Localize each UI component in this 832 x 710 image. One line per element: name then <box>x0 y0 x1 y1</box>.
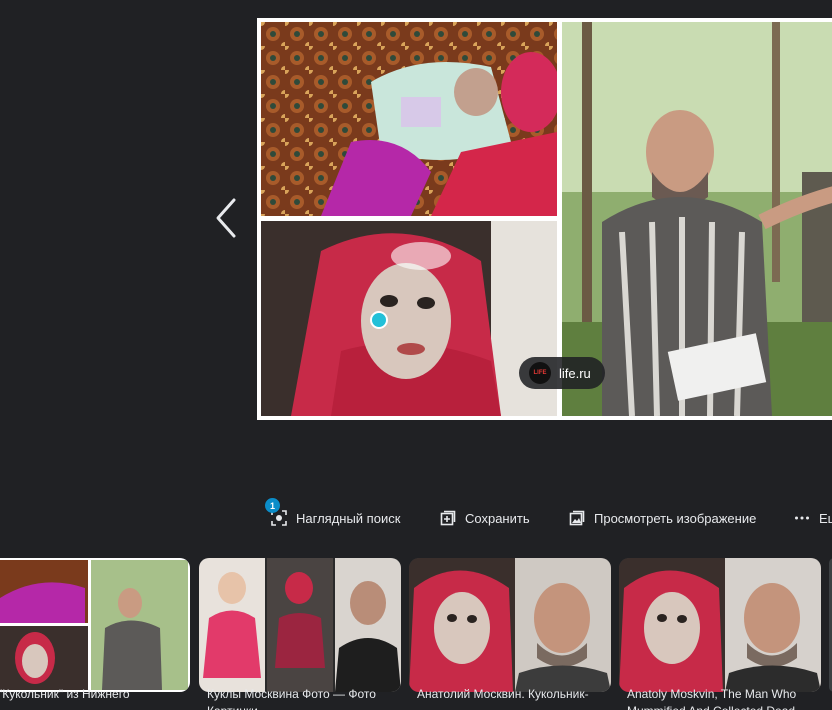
image-icon <box>569 510 585 526</box>
related-item[interactable]: "Кукольник" из Нижнего <box>0 558 190 701</box>
save-label: Сохранить <box>465 510 530 526</box>
related-title: Куклы Москвина Фото — Фото Картинки <box>207 687 376 710</box>
related-item[interactable]: Анатолий Москвин. Кукольник- <box>409 558 611 701</box>
image-source-chip[interactable]: LIFE life.ru <box>519 357 605 389</box>
related-item[interactable]: Anatoly Moskvin, The Man Who Mummified A… <box>619 558 821 710</box>
related-thumbnail <box>0 558 190 692</box>
bookmark-add-icon <box>440 510 456 526</box>
visual-search-marker[interactable] <box>370 311 388 329</box>
visual-search-button[interactable]: 1 Наглядный поиск <box>265 498 401 526</box>
related-thumbnail <box>619 558 821 692</box>
image-viewer: LIFE life.ru <box>0 0 832 480</box>
more-dots-icon <box>795 516 809 520</box>
more-label: Ещё <box>819 510 832 526</box>
related-title: "Кукольник" из Нижнего <box>0 687 130 701</box>
photo-man-in-forest <box>562 22 832 416</box>
photo-doll-face <box>261 221 557 416</box>
related-images: "Кукольник" из Нижнего Куклы Москвина Фо… <box>0 558 832 710</box>
previous-image-button[interactable] <box>206 188 246 248</box>
more-button[interactable]: Ещё <box>794 510 832 526</box>
image-actions-bar: 1 Наглядный поиск Сохранить Просмотреть … <box>0 498 832 540</box>
source-name: life.ru <box>559 365 591 381</box>
related-thumbnail <box>409 558 611 692</box>
save-button[interactable]: Сохранить <box>440 510 530 526</box>
related-title: Anatoly Moskvin, The Man Who Mummified A… <box>627 687 805 710</box>
view-image-label: Просмотреть изображение <box>594 510 757 526</box>
source-logo-icon: LIFE <box>529 362 551 384</box>
visual-search-label: Наглядный поиск <box>296 510 401 526</box>
chevron-left-icon <box>216 198 236 238</box>
related-thumbnail <box>199 558 401 692</box>
related-item[interactable]: Куклы Москвина Фото — Фото Картинки <box>199 558 401 710</box>
visual-search-badge: 1 <box>265 498 280 513</box>
view-image-button[interactable]: Просмотреть изображение <box>569 510 756 526</box>
photo-dolls-on-carpet <box>261 22 557 216</box>
related-title: Анатолий Москвин. Кукольник- <box>417 687 589 701</box>
